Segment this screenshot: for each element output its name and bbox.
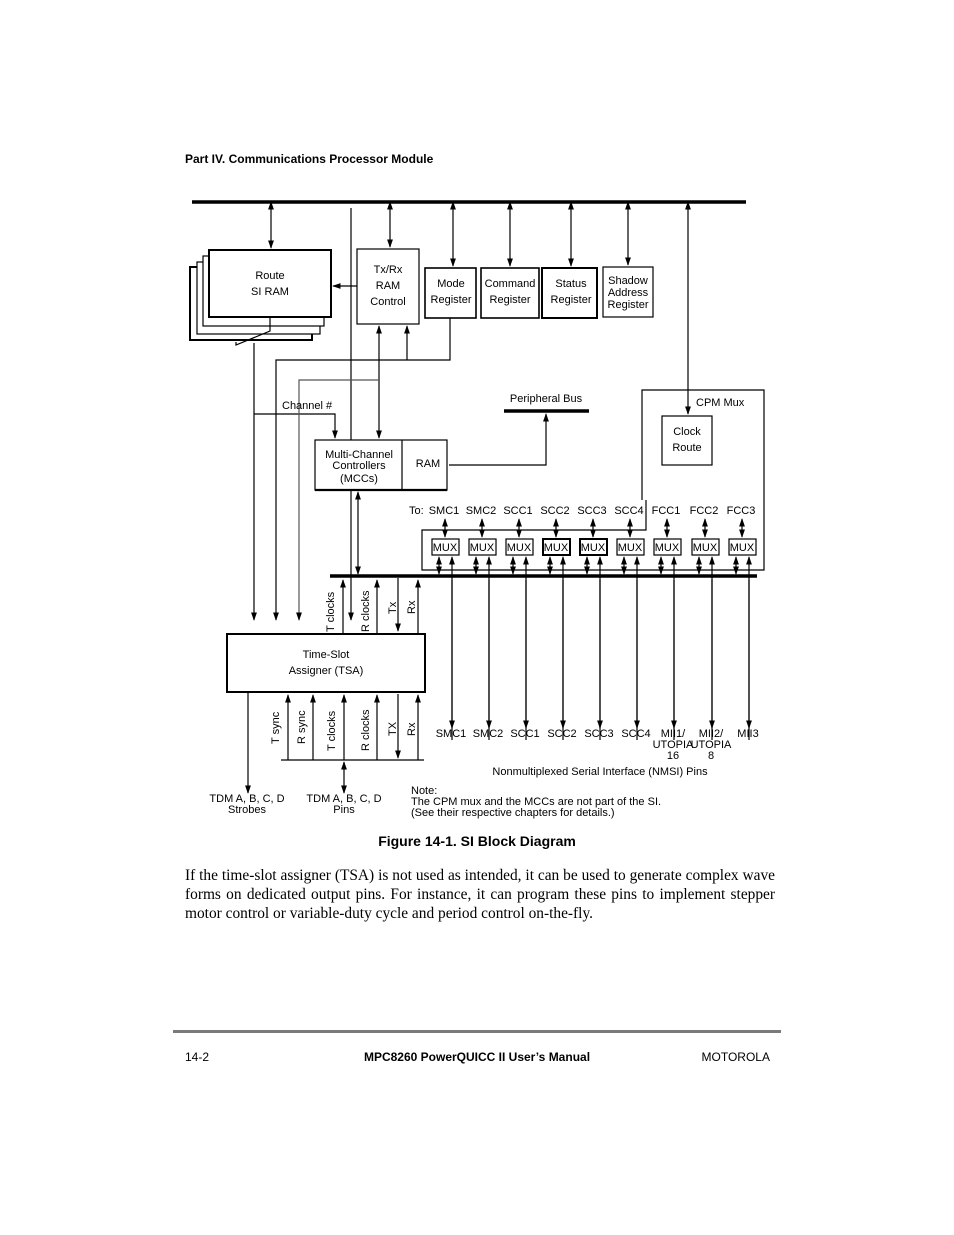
to-target-label: SCC1 (503, 505, 532, 517)
mux-label: MUX (544, 542, 569, 554)
shadow-label-1: Shadow (608, 275, 648, 287)
to-target-label: SMC2 (466, 505, 497, 517)
clock-route-box (661, 415, 713, 466)
mux-label: MUX (581, 542, 606, 554)
clock-route-label-2: Route (672, 442, 701, 454)
company-name: MOTOROLA (701, 1050, 770, 1064)
to-target-label: SCC4 (614, 505, 643, 517)
mux-row: SMC1 MUX SMC1 SMC2 MUX SMC2 SCC1 MUX SCC1 SCC2 MUX… (429, 505, 759, 762)
tsa-label-1: Time-Slot (303, 649, 350, 661)
tsa-bottom-signal-tx: TX (387, 721, 399, 736)
nmsi-pin-label: SMC1 (436, 728, 467, 740)
txrx-label-3: Control (370, 296, 405, 308)
mode-register-box (424, 267, 477, 319)
channel-label: Channel # (282, 400, 333, 412)
to-target-label: SCC3 (577, 505, 606, 517)
tsa-label-2: Assigner (TSA) (289, 665, 364, 677)
command-register-label-1: Command (485, 278, 536, 290)
txrx-label-2: RAM (376, 280, 400, 292)
tsa-top-signal-tx: Tx (387, 601, 399, 614)
manual-title: MPC8260 PowerQUICC II User’s Manual (363, 1050, 591, 1064)
peripheral-bus-label: Peripheral Bus (510, 393, 583, 405)
shadow-label-2: Address (608, 287, 649, 299)
to-target-label: SCC2 (540, 505, 569, 517)
nmsi-pin-label: 16 (667, 750, 679, 762)
cpm-mux-label: CPM Mux (696, 397, 745, 409)
mux-label: MUX (433, 542, 458, 554)
to-label: To: (409, 505, 424, 517)
to-target-label: FCC2 (690, 505, 719, 517)
tdm-pins-label-2: Pins (333, 804, 355, 816)
to-target-label: FCC3 (727, 505, 756, 517)
body-paragraph: If the time-slot assigner (TSA) is not u… (185, 867, 775, 922)
note-line-3: (See their respective chapters for detai… (411, 807, 615, 819)
nmsi-pin-label: SMC2 (473, 728, 504, 740)
to-target-label: SMC1 (429, 505, 460, 517)
nmsi-pin-label: 8 (708, 750, 714, 762)
footer-rule (173, 1030, 781, 1033)
mcc-label-2: Controllers (332, 460, 386, 472)
nmsi-pin-label: SCC3 (584, 728, 613, 740)
mode-register-label-2: Register (431, 294, 472, 306)
route-si-ram-box (208, 249, 332, 318)
nmsi-pin-label: MII3 (737, 728, 758, 740)
tsa-top-signal-r-clocks: R clocks (360, 590, 372, 632)
tsa-box (226, 633, 426, 693)
shadow-label-3: Register (608, 299, 649, 311)
nmsi-label: Nonmultiplexed Serial Interface (NMSI) P… (492, 766, 708, 778)
txrx-label-1: Tx/Rx (374, 264, 403, 276)
mux-label: MUX (507, 542, 532, 554)
mcc-label-3: (MCCs) (340, 473, 378, 485)
tsa-bottom-signal-t-sync: T sync (270, 711, 282, 744)
mcc-ram-label: RAM (416, 458, 440, 470)
route-si-ram-label-1: Route (255, 270, 284, 282)
nmsi-pin-label: SCC1 (510, 728, 539, 740)
nmsi-pin-label: SCC4 (621, 728, 650, 740)
mode-register-label-1: Mode (437, 278, 465, 290)
command-register-box (480, 267, 540, 319)
si-block-diagram: SMC1 MUX SMC1 SMC2 MUX SMC2 SCC1 MUX SCC1 SCC2 MUX… (189, 200, 765, 819)
tsa-bottom-signal-rx: Rx (406, 722, 418, 736)
tsa-bottom-signal-r-clocks: R clocks (360, 709, 372, 751)
mux-label: MUX (470, 542, 495, 554)
tsa-top-signal-t-clocks: T clocks (325, 591, 337, 632)
status-register-label-2: Register (551, 294, 592, 306)
mux-label: MUX (618, 542, 643, 554)
tsa-top-signal-rx: Rx (406, 600, 418, 614)
route-si-ram-label-2: SI RAM (251, 286, 289, 298)
mux-label: MUX (655, 542, 680, 554)
figure-caption: Figure 14-1. SI Block Diagram (378, 833, 576, 849)
mux-label: MUX (730, 542, 755, 554)
tsa-bottom-signal-t-clocks: T clocks (326, 710, 338, 751)
tsa-bottom-signal-r-sync: R sync (296, 710, 308, 744)
mux-label: MUX (693, 542, 718, 554)
status-register-label-1: Status (555, 278, 587, 290)
clock-route-label-1: Clock (673, 426, 701, 438)
tdm-strobes-label-2: Strobes (228, 804, 266, 816)
command-register-label-2: Register (490, 294, 531, 306)
status-register-box (541, 267, 598, 319)
nmsi-pin-label: SCC2 (547, 728, 576, 740)
to-target-label: FCC1 (652, 505, 681, 517)
